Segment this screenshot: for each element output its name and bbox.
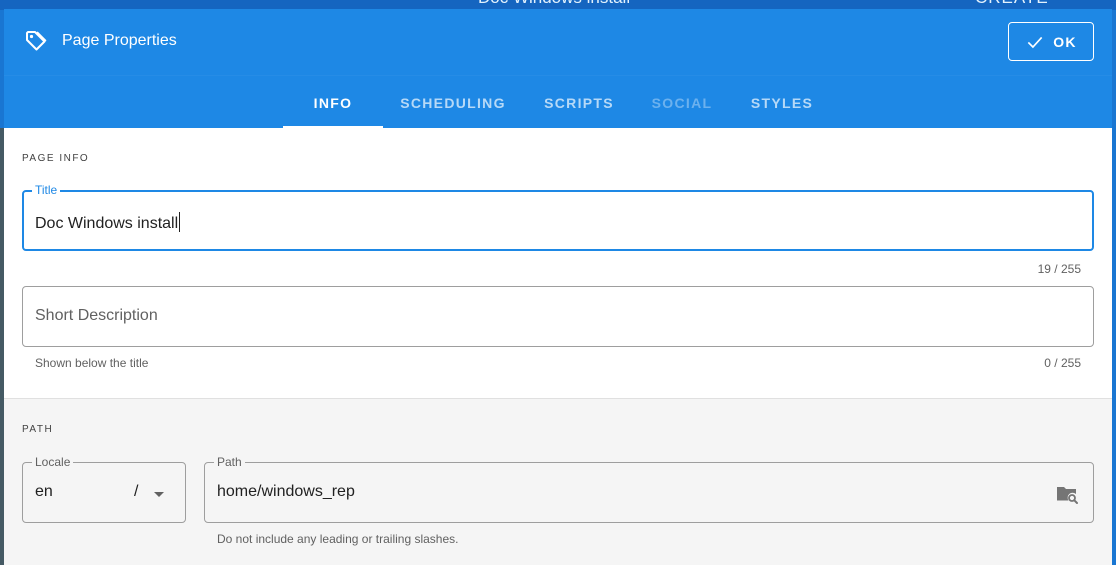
text-caret <box>179 212 181 232</box>
background-page-title: Doc Windows install <box>478 0 630 8</box>
title-counter: 19 / 255 <box>1037 262 1081 276</box>
short-description-placeholder: Short Description <box>35 307 158 324</box>
dialog-title: Page Properties <box>62 32 177 49</box>
title-field-value: Doc Windows install <box>35 215 179 232</box>
short-description-counter: 0 / 255 <box>1044 356 1081 370</box>
short-description-field[interactable]: Short Description <box>22 286 1094 347</box>
tab-info[interactable]: INFO <box>283 76 383 129</box>
title-field-label: Title <box>32 183 61 197</box>
ok-button[interactable]: OK <box>1008 22 1094 61</box>
tag-icon <box>26 31 47 51</box>
tab-scripts[interactable]: SCRIPTS <box>536 76 622 129</box>
tab-styles[interactable]: STYLES <box>742 76 822 129</box>
tab-social: SOCIAL <box>651 94 713 111</box>
tab-scheduling[interactable]: SCHEDULING <box>392 76 514 129</box>
path-hint: Do not include any leading or trailing s… <box>217 532 459 546</box>
path-field-label: Path <box>214 455 245 469</box>
locale-separator: / <box>134 483 139 500</box>
path-section: PATH Locale en / Path home/windows_rep D… <box>4 399 1112 565</box>
dialog-header: Page Properties OK <box>4 9 1112 75</box>
tab-bar: INFO SCHEDULING SCRIPTS SOCIAL STYLES <box>4 75 1112 128</box>
ok-button-label: OK <box>1053 33 1077 50</box>
locale-select[interactable]: Locale en / <box>22 455 186 523</box>
locale-value: en <box>35 483 53 500</box>
title-field[interactable]: Title Doc Windows install <box>22 183 1094 251</box>
locale-field-label: Locale <box>32 455 74 469</box>
check-icon <box>1028 36 1043 48</box>
path-value: home/windows_rep <box>217 483 355 500</box>
path-subheader: PATH <box>22 424 54 435</box>
page-info-section: PAGE INFO Title Doc Windows install 19 /… <box>4 128 1112 399</box>
folder-search-icon[interactable] <box>1055 482 1079 506</box>
chevron-down-icon <box>154 492 164 497</box>
page-info-subheader: PAGE INFO <box>22 153 90 164</box>
path-field[interactable]: Path home/windows_rep <box>204 455 1094 523</box>
short-description-hint: Shown below the title <box>35 356 149 370</box>
page-properties-dialog: Page Properties OK INFO SCHEDULING SCRIP… <box>4 9 1112 565</box>
background-create-button: CREATE <box>975 0 1049 8</box>
